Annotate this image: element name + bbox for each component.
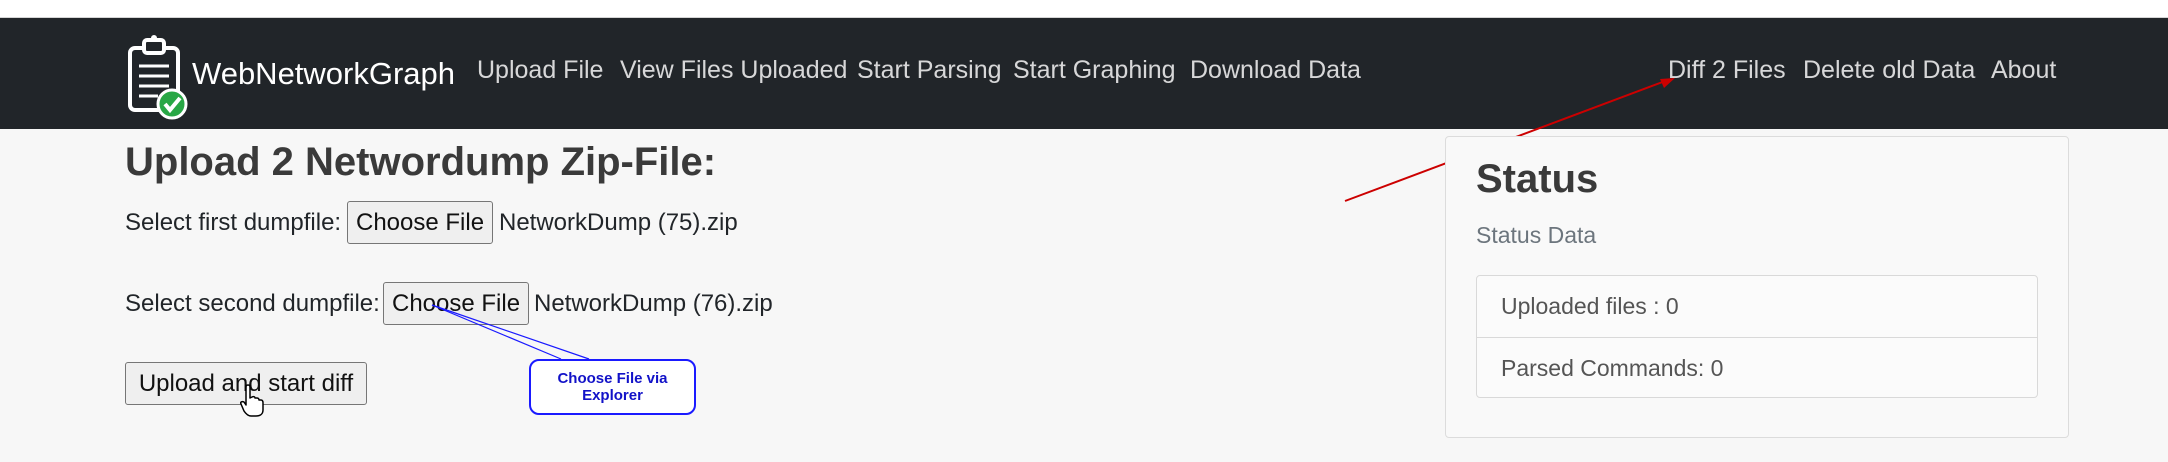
nav-diff-2-files[interactable]: Diff 2 Files xyxy=(1668,56,1786,85)
callout-line-1: Choose File via xyxy=(557,369,668,387)
nav-about[interactable]: About xyxy=(1991,56,2056,85)
first-choose-file-button[interactable]: Choose File xyxy=(347,201,494,244)
brand[interactable]: WebNetworkGraph xyxy=(124,28,455,120)
clipboard-check-icon xyxy=(124,28,190,120)
second-file-name: NetworkDump (76).zip xyxy=(534,290,773,317)
status-list: Uploaded files : 0 Parsed Commands: 0 xyxy=(1476,275,2038,398)
status-card: Status Status Data Uploaded files : 0 Pa… xyxy=(1445,136,2069,438)
second-choose-file-button[interactable]: Choose File xyxy=(383,282,530,325)
status-title: Status xyxy=(1476,157,1599,201)
window-top-strip xyxy=(0,0,2168,18)
nav-start-parsing[interactable]: Start Parsing xyxy=(857,56,1002,85)
explorer-callout: Choose File via Explorer xyxy=(529,359,696,415)
hand-pointer-icon xyxy=(240,383,266,417)
status-uploaded-files: Uploaded files : 0 xyxy=(1501,293,1679,319)
nav-download-data[interactable]: Download Data xyxy=(1190,56,1361,85)
nav-delete-old-data[interactable]: Delete old Data xyxy=(1803,56,1975,85)
second-dumpfile-label: Select second dumpfile: xyxy=(125,290,380,317)
nav-start-graphing[interactable]: Start Graphing xyxy=(1013,56,1176,85)
status-parsed-commands: Parsed Commands: 0 xyxy=(1477,337,2037,398)
brand-name: WebNetworkGraph xyxy=(192,56,456,91)
first-dumpfile-label: Select first dumpfile: xyxy=(125,209,342,236)
nav-upload-file[interactable]: Upload File xyxy=(477,56,603,85)
status-subtitle: Status Data xyxy=(1476,222,1597,248)
first-file-name: NetworkDump (75).zip xyxy=(499,209,738,236)
page-title: Upload 2 Networdump Zip-File: xyxy=(125,140,717,184)
callout-line-2: Explorer xyxy=(582,387,643,404)
navbar: WebNetworkGraph Upload File View Files U… xyxy=(0,18,2168,129)
nav-view-files-uploaded[interactable]: View Files Uploaded xyxy=(620,56,847,85)
